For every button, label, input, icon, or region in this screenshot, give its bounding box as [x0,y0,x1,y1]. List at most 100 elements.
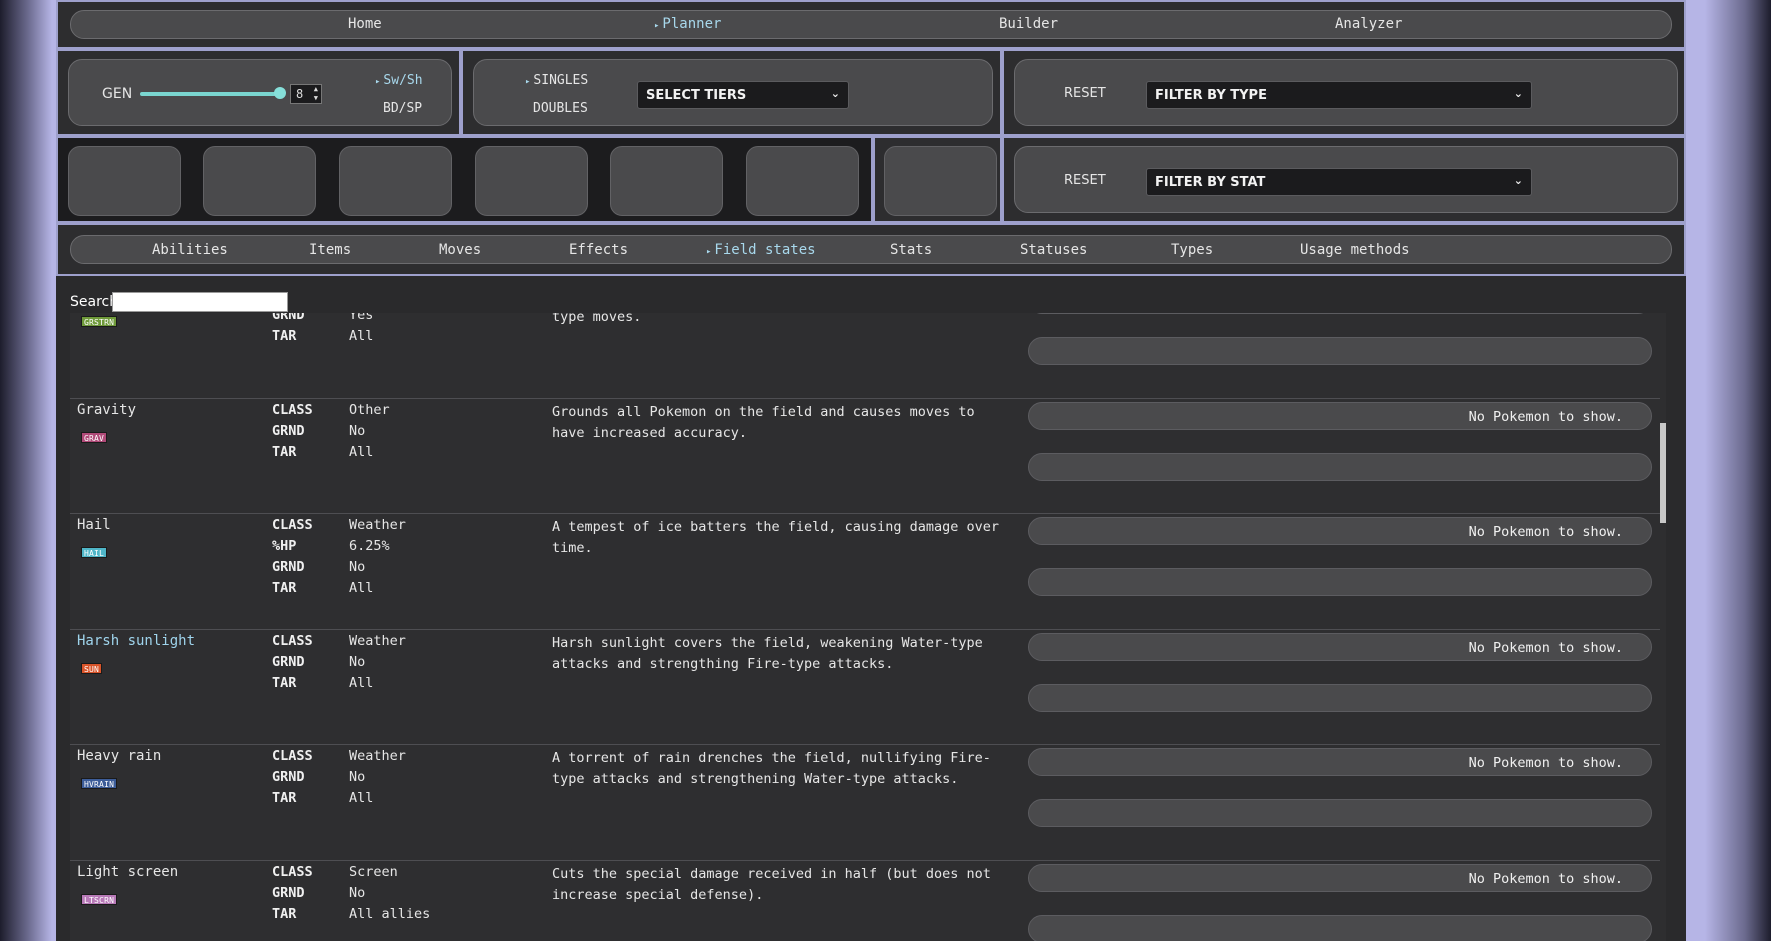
pokemon-list-bar: No Pokemon to show. [1028,401,1652,430]
field-state-badge: HVRAIN [81,778,118,789]
list-item: Gravity GRAV CLASS Other GRND No TAR All Grounds… [70,399,1666,514]
team-slots-panel [56,136,873,223]
caret-right-icon: ▸ [706,247,712,257]
stat-reset-button[interactable]: RESET [1064,173,1106,188]
list-item: Light screen LTSCRN CLASS Screen GRND No TAR Al… [70,861,1666,941]
chevron-down-icon: ⌄ [1513,174,1523,187]
pokemon-secondary-bar [1028,337,1652,365]
no-pokemon-message: No Pokemon to show. [1468,524,1623,540]
field-state-props: CLASS Weather GRND No TAR All [272,748,406,811]
filter-stat-panel: RESET FILTER BY STAT ⌄ [1002,136,1686,223]
field-state-name[interactable]: Harsh sunlight [77,633,195,649]
gen-stepper[interactable]: 8 ▲ ▼ [290,84,322,104]
tab-label: Usage methods [1300,242,1410,258]
field-state-props: CLASS Weather GRND No TAR All [272,633,406,696]
list-item: Heavy rain HVRAIN CLASS Weather GRND No TAR All… [70,745,1666,861]
field-states-list[interactable]: Light screen LTSCRN CLASS Screen GRND No TAR Al… [70,313,1666,941]
tab-label: Items [309,242,352,258]
field-state-name[interactable]: Light screen [77,864,178,880]
team-slot-6[interactable] [746,146,859,216]
tab-moves[interactable]: Moves [439,242,481,258]
gen-slider-thumb[interactable] [274,87,286,99]
stat-select[interactable]: FILTER BY STAT ⌄ [1146,168,1532,196]
prop-row: TAR All [272,444,390,465]
prop-key: TAR [272,790,297,806]
chevron-down-icon: ⌄ [1513,87,1523,100]
stepper-arrows-icon[interactable]: ▲ ▼ [314,85,318,103]
field-state-name[interactable]: Hail [77,517,111,533]
team-slot-2[interactable] [203,146,316,216]
tab-field-states[interactable]: ▸ Field states [706,242,816,258]
game-bd-sp[interactable]: BD/SP [383,101,422,116]
prop-value: No [349,559,366,575]
tab-statuses[interactable]: Statuses [1020,242,1087,258]
type-select[interactable]: FILTER BY TYPE ⌄ [1146,81,1532,109]
extra-slot[interactable] [884,146,997,216]
list-item: Harsh sunlight SUN CLASS Weather GRND No TAR Al… [70,630,1666,745]
prop-value: Screen [349,863,398,880]
prop-row: %HP 6.25% [272,538,406,559]
prop-value: All [349,674,374,691]
game-sw-sh[interactable]: ▸ Sw/Sh [375,73,423,88]
prop-key: GRND [272,559,305,575]
filter-gen-panel: GEN 8 ▲ ▼ ▸ Sw/Sh BD/SP [56,49,461,136]
tab-stats[interactable]: Stats [890,242,932,258]
gen-slider[interactable] [140,87,286,99]
tiers-select[interactable]: SELECT TIERS ⌄ [637,81,849,109]
type-select-value: FILTER BY TYPE [1155,88,1267,103]
field-state-badge: HAIL [81,547,108,558]
nav-planner[interactable]: ▸ Planner [654,16,721,32]
nav-home[interactable]: Home [348,16,382,32]
tab-label: Types [1171,242,1214,258]
team-slot-4[interactable] [475,146,588,216]
prop-row: CLASS Weather [272,517,406,538]
format-singles[interactable]: ▸ SINGLES [525,73,588,88]
team-slot-1[interactable] [68,146,181,216]
format-doubles[interactable]: DOUBLES [533,101,588,116]
tab-label: Moves [439,242,482,258]
field-state-name[interactable]: Gravity [77,402,136,418]
field-state-props: CLASSTerrainGRNDYesTARAll [272,313,406,349]
tab-types[interactable]: Types [1171,242,1213,258]
pokemon-list-bar: No Pokemon to show. [1028,313,1652,314]
pokemon-secondary-bar [1028,568,1652,596]
top-nav: Home ▸ Planner Builder Analyzer [56,0,1686,49]
pokemon-list-bar: No Pokemon to show. [1028,863,1652,892]
pokemon-list-bar: No Pokemon to show. [1028,517,1652,545]
team-slot-3[interactable] [339,146,452,216]
tab-label: Effects [569,242,629,258]
prop-value: All allies [349,905,431,922]
tab-label: Field states [714,242,816,258]
list-scrollbar-thumb[interactable] [1660,423,1666,523]
tab-label: Stats [890,242,933,258]
filter-type-panel: RESET FILTER BY TYPE ⌄ [1002,49,1686,136]
tab-abilities[interactable]: Abilities [152,242,228,258]
type-reset-button[interactable]: RESET [1064,86,1106,101]
pokemon-secondary-bar [1028,452,1652,481]
tab-items[interactable]: Items [309,242,351,258]
search-input[interactable] [112,292,288,312]
prop-row: GRND Yes [272,313,406,328]
prop-value: Weather [349,632,406,649]
prop-row: CLASS Other [272,402,390,423]
game-sw-sh-label: Sw/Sh [383,73,423,88]
prop-value: No [349,653,366,670]
field-state-name[interactable]: Heavy rain [77,748,161,764]
list-scrollbar[interactable] [1660,313,1666,941]
no-pokemon-message: No Pokemon to show. [1468,408,1623,425]
nav-builder[interactable]: Builder [999,16,1058,32]
nav-analyzer[interactable]: Analyzer [1335,16,1402,32]
prop-value: Other [349,401,390,418]
tab-usage-methods[interactable]: Usage methods [1300,242,1410,258]
prop-row: TAR All [272,790,406,811]
prop-value: Weather [349,748,406,764]
team-slot-5[interactable] [610,146,723,216]
app-shell: Home ▸ Planner Builder Analyzer GEN 8 ▲ ▼ … [56,0,1686,941]
prop-row: TAR All [272,328,406,349]
chevron-down-icon: ⌄ [830,87,840,100]
format-singles-label: SINGLES [533,73,589,88]
prop-row: TAR All [272,580,406,601]
tab-effects[interactable]: Effects [569,242,628,258]
prop-key: GRND [272,422,305,439]
prop-key: GRND [272,313,305,323]
